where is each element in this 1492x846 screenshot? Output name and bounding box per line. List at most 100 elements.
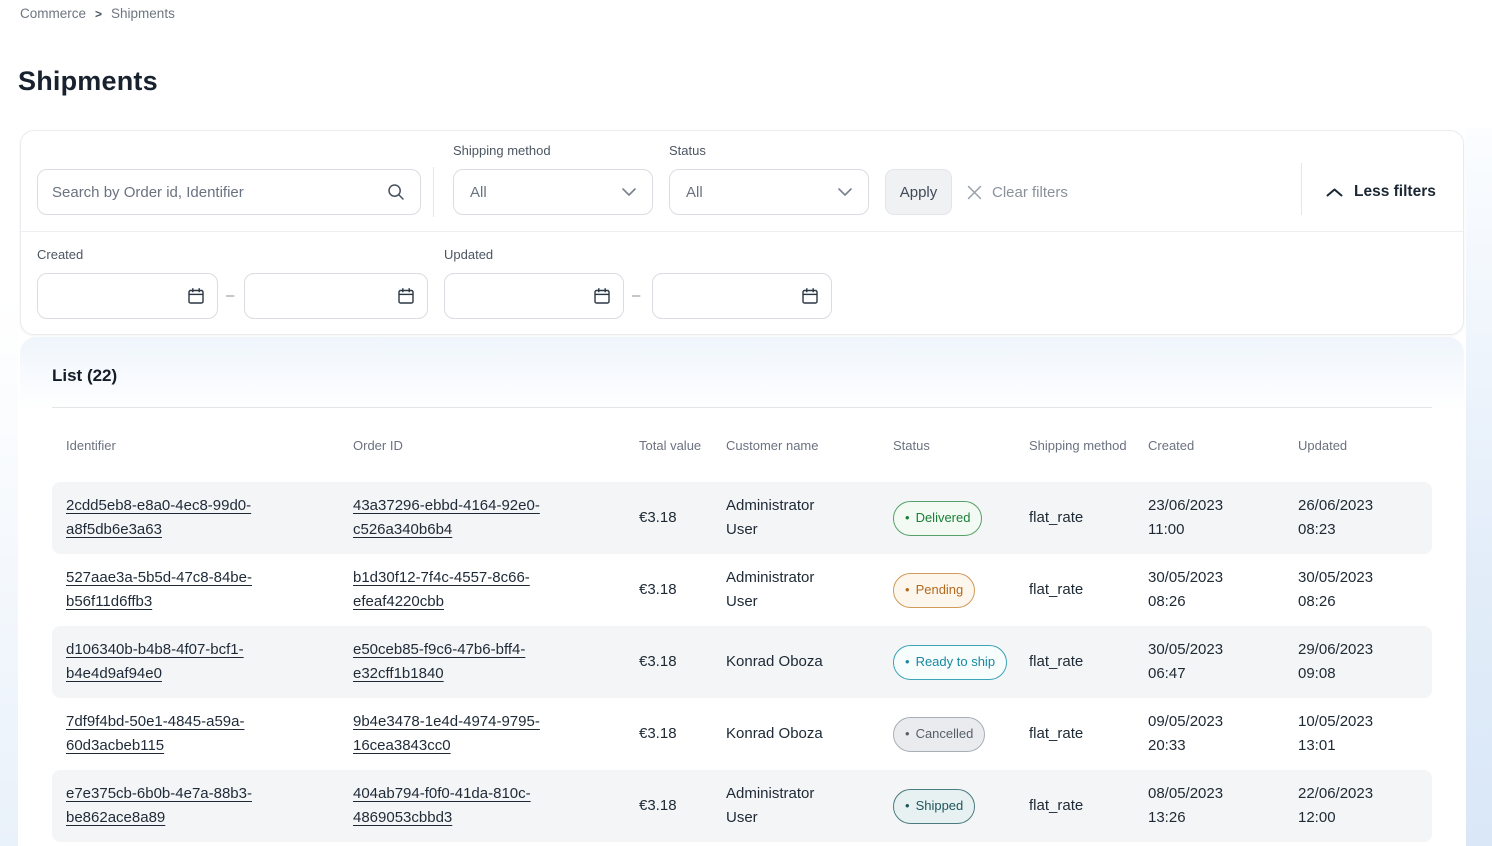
- filter-divider-horizontal: [21, 231, 1463, 232]
- order-id-link[interactable]: e50ceb85-f9c6-47b6-bff4-e32cff1b1840: [353, 638, 585, 686]
- calendar-icon[interactable]: [801, 287, 819, 305]
- status-cell: Ready to ship: [893, 645, 1029, 680]
- updated-to-input[interactable]: [667, 288, 801, 305]
- close-icon: [967, 185, 982, 200]
- table-row: 7df9f4bd-50e1-4845-a59a-60d3acbeb115 9b4…: [52, 698, 1432, 770]
- chevron-down-icon: [622, 188, 636, 196]
- updated-cell: 10/05/2023 13:01: [1298, 710, 1432, 758]
- customer-name-cell: Administrator User: [726, 782, 893, 830]
- created-to-field: [244, 273, 428, 319]
- total-value-cell: €3.18: [639, 794, 726, 818]
- calendar-icon[interactable]: [593, 287, 611, 305]
- total-value-cell: €3.18: [639, 650, 726, 674]
- page-title: Shipments: [18, 66, 158, 97]
- order-id-link[interactable]: 9b4e3478-1e4d-4974-9795-16cea3843cc0: [353, 710, 585, 758]
- customer-name-cell: Konrad Oboza: [726, 650, 893, 674]
- identifier-cell: e7e375cb-6b0b-4e7a-88b3-be862ace8a89: [66, 782, 353, 830]
- order-id-cell: 43a37296-ebbd-4164-92e0-c526a340b6b4: [353, 494, 639, 542]
- breadcrumb-commerce[interactable]: Commerce: [20, 6, 86, 21]
- shipping-method-label: Shipping method: [453, 143, 551, 158]
- updated-label: Updated: [444, 247, 493, 262]
- filters-panel: Shipping method All Status All Apply: [20, 130, 1464, 335]
- identifier-link[interactable]: 527aae3a-5b5d-47c8-84be-b56f11d6ffb3: [66, 566, 298, 614]
- status-badge: Delivered: [893, 501, 982, 536]
- updated-cell: 29/06/2023 09:08: [1298, 638, 1432, 686]
- total-value-cell: €3.18: [639, 722, 726, 746]
- created-cell: 08/05/2023 13:26: [1148, 782, 1298, 830]
- shipping-method-select[interactable]: All: [453, 169, 653, 215]
- shipping-method-cell: flat_rate: [1029, 794, 1148, 818]
- updated-from-input[interactable]: [459, 288, 593, 305]
- updated-cell: 30/05/2023 08:26: [1298, 566, 1432, 614]
- chevron-up-icon: [1326, 188, 1343, 197]
- shipping-method-cell: flat_rate: [1029, 722, 1148, 746]
- status-select[interactable]: All: [669, 169, 869, 215]
- created-cell: 30/05/2023 06:47: [1148, 638, 1298, 686]
- created-cell: 23/06/2023 11:00: [1148, 494, 1298, 542]
- updated-range-separator: –: [632, 287, 640, 304]
- identifier-link[interactable]: 2cdd5eb8-e8a0-4ec8-99d0-a8f5db6e3a63: [66, 494, 298, 542]
- created-cell: 09/05/2023 20:33: [1148, 710, 1298, 758]
- order-id-link[interactable]: 43a37296-ebbd-4164-92e0-c526a340b6b4: [353, 494, 585, 542]
- order-id-cell: e50ceb85-f9c6-47b6-bff4-e32cff1b1840: [353, 638, 639, 686]
- shipping-method-cell: flat_rate: [1029, 506, 1148, 530]
- search-input[interactable]: [52, 184, 386, 201]
- customer-name-cell: Administrator User: [726, 566, 893, 614]
- status-cell: Delivered: [893, 501, 1029, 536]
- order-id-link[interactable]: b1d30f12-7f4c-4557-8c66-efeaf4220cbb: [353, 566, 585, 614]
- table-header: Identifier Order ID Total value Customer…: [52, 415, 1432, 477]
- identifier-link[interactable]: d106340b-b4b8-4f07-bcf1-b4e4d9af94e0: [66, 638, 298, 686]
- status-cell: Pending: [893, 573, 1029, 608]
- column-header-customer-name: Customer name: [726, 437, 893, 455]
- shipping-method-cell: flat_rate: [1029, 578, 1148, 602]
- status-cell: Cancelled: [893, 717, 1029, 752]
- identifier-link[interactable]: e7e375cb-6b0b-4e7a-88b3-be862ace8a89: [66, 782, 298, 830]
- total-value-cell: €3.18: [639, 506, 726, 530]
- calendar-icon[interactable]: [187, 287, 205, 305]
- search-box: [37, 169, 421, 215]
- shipments-page: Commerce > Shipments Shipments Shipping …: [0, 0, 1492, 846]
- table-row: 527aae3a-5b5d-47c8-84be-b56f11d6ffb3 b1d…: [52, 554, 1432, 626]
- apply-button[interactable]: Apply: [885, 169, 952, 215]
- created-from-input[interactable]: [52, 288, 187, 305]
- identifier-cell: d106340b-b4b8-4f07-bcf1-b4e4d9af94e0: [66, 638, 353, 686]
- breadcrumb: Commerce > Shipments: [20, 6, 175, 21]
- status-badge: Cancelled: [893, 717, 985, 752]
- page-gradient-left: [0, 295, 18, 846]
- identifier-cell: 527aae3a-5b5d-47c8-84be-b56f11d6ffb3: [66, 566, 353, 614]
- updated-cell: 22/06/2023 12:00: [1298, 782, 1432, 830]
- created-label: Created: [37, 247, 83, 262]
- identifier-cell: 7df9f4bd-50e1-4845-a59a-60d3acbeb115: [66, 710, 353, 758]
- table-row: d106340b-b4b8-4f07-bcf1-b4e4d9af94e0 e50…: [52, 626, 1432, 698]
- search-icon[interactable]: [386, 182, 406, 202]
- less-filters-toggle[interactable]: Less filters: [1326, 169, 1436, 215]
- column-header-order-id: Order ID: [353, 437, 639, 455]
- customer-name-cell: Administrator User: [726, 494, 893, 542]
- shipping-method-value: All: [470, 184, 487, 201]
- list-title: List (22): [52, 366, 117, 386]
- column-header-shipping-method: Shipping method: [1029, 437, 1148, 455]
- page-gradient-right: [1466, 128, 1492, 846]
- list-divider: [52, 407, 1432, 408]
- created-to-input[interactable]: [259, 288, 397, 305]
- clear-filters-button[interactable]: Clear filters: [967, 169, 1068, 215]
- status-cell: Shipped: [893, 789, 1029, 824]
- shipments-list-panel: List (22) Identifier Order ID Total valu…: [20, 337, 1464, 846]
- identifier-link[interactable]: 7df9f4bd-50e1-4845-a59a-60d3acbeb115: [66, 710, 298, 758]
- calendar-icon[interactable]: [397, 287, 415, 305]
- status-badge: Shipped: [893, 789, 975, 824]
- order-id-link[interactable]: 404ab794-f0f0-41da-810c-4869053cbbd3: [353, 782, 585, 830]
- clear-filters-label: Clear filters: [992, 184, 1068, 201]
- table-row: e7e375cb-6b0b-4e7a-88b3-be862ace8a89 404…: [52, 770, 1432, 842]
- order-id-cell: b1d30f12-7f4c-4557-8c66-efeaf4220cbb: [353, 566, 639, 614]
- filter-divider-vertical-1: [433, 167, 434, 217]
- table-row: 2cdd5eb8-e8a0-4ec8-99d0-a8f5db6e3a63 43a…: [52, 482, 1432, 554]
- status-value: All: [686, 184, 703, 201]
- identifier-cell: 2cdd5eb8-e8a0-4ec8-99d0-a8f5db6e3a63: [66, 494, 353, 542]
- column-header-created: Created: [1148, 437, 1298, 455]
- updated-to-field: [652, 273, 832, 319]
- created-from-field: [37, 273, 218, 319]
- breadcrumb-separator: >: [95, 7, 102, 21]
- created-range-separator: –: [226, 287, 234, 304]
- column-header-status: Status: [893, 437, 1029, 455]
